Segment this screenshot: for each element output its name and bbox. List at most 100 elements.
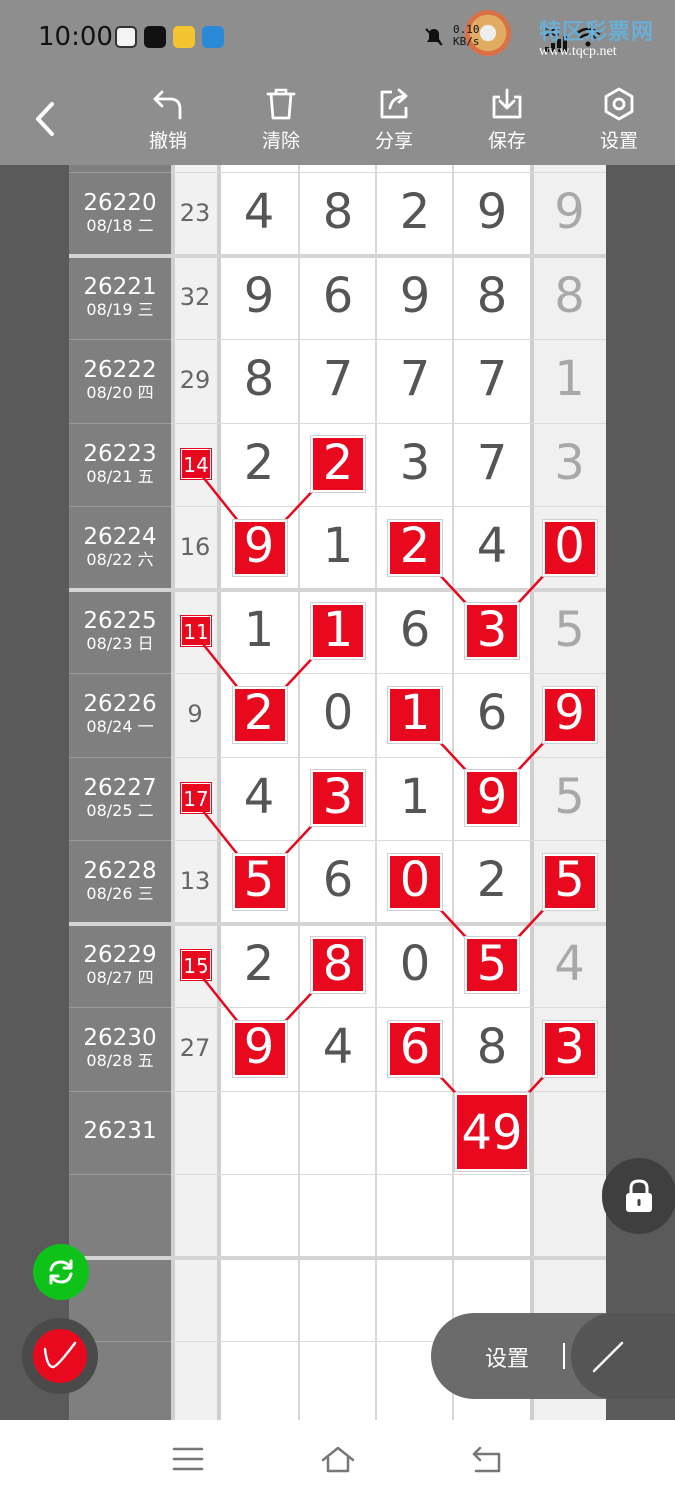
digit-marked[interactable]: 5 xyxy=(221,852,297,908)
digit-marked[interactable]: 0 xyxy=(533,518,606,574)
lock-button[interactable] xyxy=(602,1158,675,1234)
issue-number: 26225 xyxy=(83,607,157,634)
digit-cell[interactable]: 5 xyxy=(533,602,606,658)
watermark-brand: 特区彩票网 xyxy=(539,20,655,45)
issue-date: 08/25 二 xyxy=(86,800,154,820)
digit-cell[interactable]: 5 xyxy=(533,769,606,825)
hexagon-settings-icon xyxy=(604,87,634,121)
issue-number: 26224 xyxy=(83,524,157,550)
digit-marked[interactable]: 3 xyxy=(454,602,530,658)
digit-cell[interactable]: 8 xyxy=(454,268,530,324)
row-divider-left xyxy=(69,172,171,173)
settings-button[interactable]: 设置 xyxy=(579,82,659,162)
digit-marked[interactable]: 9 xyxy=(221,518,297,574)
digit-cell[interactable]: 7 xyxy=(454,435,530,491)
row-divider xyxy=(69,1255,606,1260)
app-root: 10:00 0.10 KB/s 5G 特区彩票网 www.tqcp.net 撤销… xyxy=(0,0,675,1500)
digit-marked[interactable]: 5 xyxy=(454,936,530,992)
digit-marked[interactable]: 9 xyxy=(454,769,530,825)
issue-number: 26223 xyxy=(83,440,157,467)
digit-cell[interactable]: 6 xyxy=(454,685,530,741)
share-button[interactable]: 分享 xyxy=(354,82,434,162)
digit-cell[interactable]: 0 xyxy=(377,936,453,992)
digit-marked[interactable]: 3 xyxy=(533,1019,606,1075)
pen-button[interactable] xyxy=(22,1318,98,1394)
pill-settings-label[interactable]: 设置 xyxy=(485,1341,529,1373)
menu-icon[interactable] xyxy=(172,1444,204,1474)
digit-marked[interactable]: 1 xyxy=(377,685,453,741)
digit-marked[interactable]: 2 xyxy=(300,435,376,491)
digit-cell[interactable]: 6 xyxy=(300,852,376,908)
clear-button[interactable]: 清除 xyxy=(241,82,321,162)
digit-marked[interactable]: 9 xyxy=(221,1019,297,1075)
digit-cell[interactable]: 1 xyxy=(533,351,606,407)
digit-cell[interactable]: 3 xyxy=(377,435,453,491)
status-time: 10:00 xyxy=(38,22,113,52)
issue-date: 08/19 三 xyxy=(86,299,154,319)
digit-cell[interactable]: 8 xyxy=(221,351,297,407)
digit-cell[interactable]: 8 xyxy=(300,184,376,240)
digit-cell[interactable]: 7 xyxy=(377,351,453,407)
net-speed: 0.10 KB/s xyxy=(453,23,480,48)
digit-cell[interactable]: 2 xyxy=(454,852,530,908)
issue-cell: 26230 08/28 五 xyxy=(69,1025,171,1071)
save-button[interactable]: 保存 xyxy=(467,82,547,162)
digit-cell[interactable]: 7 xyxy=(454,351,530,407)
digit-cell[interactable]: 9 xyxy=(533,184,606,240)
row-divider-left xyxy=(69,1174,171,1175)
status-bar: 10:00 0.10 KB/s 5G 特区彩票网 www.tqcp.net xyxy=(0,0,675,72)
digit-marked[interactable]: 5 xyxy=(533,852,606,908)
digit-cell[interactable]: 8 xyxy=(454,1019,530,1075)
digit-cell[interactable]: 4 xyxy=(454,518,530,574)
digit-cell[interactable]: 1 xyxy=(300,518,376,574)
row-divider xyxy=(69,253,606,258)
home-icon[interactable] xyxy=(320,1444,356,1476)
digit-marked[interactable]: 3 xyxy=(300,769,376,825)
digit-marked[interactable]: 9 xyxy=(533,685,606,741)
digit-cell[interactable]: 2 xyxy=(221,936,297,992)
digit-cell[interactable]: 1 xyxy=(377,769,453,825)
digit-cell[interactable]: 9 xyxy=(377,268,453,324)
digit-marked[interactable]: 0 xyxy=(377,852,453,908)
undo-label: 撤销 xyxy=(148,130,187,152)
digit-marked[interactable]: 6 xyxy=(377,1019,453,1075)
digit-cell[interactable]: 4 xyxy=(300,1019,376,1075)
undo-button[interactable]: 撤销 xyxy=(128,82,208,162)
sum-value: 27 xyxy=(179,1034,211,1062)
digit-cell[interactable]: 2 xyxy=(377,184,453,240)
row-divider-left xyxy=(69,1090,171,1092)
digit-cell[interactable]: 6 xyxy=(377,602,453,658)
digit-marked[interactable]: 8 xyxy=(300,936,376,992)
issue-number: 26226 xyxy=(83,691,157,717)
trend-board[interactable]: 26220 08/18 二 23 26221 08/19 三 32 26222 08/20 四… xyxy=(0,165,675,1420)
digit-marked[interactable]: 2 xyxy=(377,518,453,574)
digit-cell[interactable]: 4 xyxy=(533,936,606,992)
digit-marked[interactable]: 2 xyxy=(221,685,297,741)
toolbar: 撤销 清除 分享 保存 设置 xyxy=(0,72,675,165)
digit-cell[interactable]: 3 xyxy=(533,435,606,491)
refresh-button[interactable] xyxy=(33,1244,89,1300)
row-divider-left xyxy=(69,506,171,507)
digit-cell[interactable]: 9 xyxy=(454,184,530,240)
digit-cell[interactable]: 8 xyxy=(533,268,606,324)
digit-cell[interactable]: 7 xyxy=(300,351,376,407)
digit-cell[interactable]: 0 xyxy=(300,685,376,741)
digit-cell[interactable]: 9 xyxy=(221,268,297,324)
back-button[interactable] xyxy=(26,94,66,144)
digit-cell[interactable]: 4 xyxy=(221,769,297,825)
digit-cell[interactable]: 6 xyxy=(300,268,376,324)
line-tool-button[interactable] xyxy=(571,1313,675,1399)
chevron-left-icon xyxy=(36,102,54,136)
back-icon[interactable] xyxy=(470,1444,504,1476)
digit-cell[interactable]: 1 xyxy=(221,602,297,658)
row-divider-left xyxy=(69,756,171,758)
digit-marked[interactable]: 1 xyxy=(300,602,376,658)
trash-icon xyxy=(266,88,296,120)
sum-value: 9 xyxy=(187,700,203,728)
system-nav-bar xyxy=(0,1420,675,1500)
digit-cell[interactable]: 4 xyxy=(221,184,297,240)
digit-cell[interactable]: 2 xyxy=(221,435,297,491)
issue-date: 08/26 三 xyxy=(86,884,154,903)
row-divider xyxy=(69,587,606,592)
issue-date: 08/23 日 xyxy=(86,633,154,653)
